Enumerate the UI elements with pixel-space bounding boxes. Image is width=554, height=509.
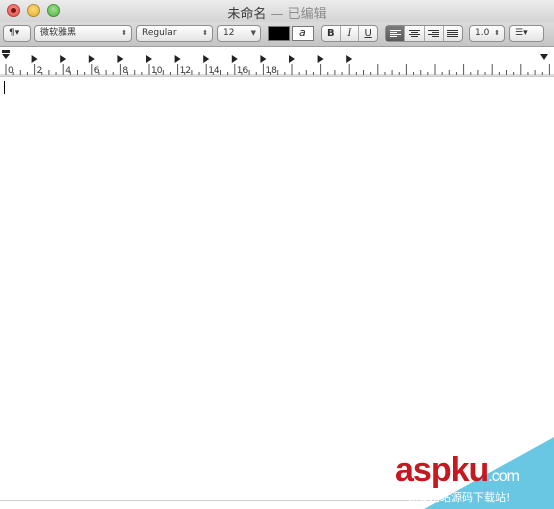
ruler-label: 4: [65, 66, 71, 76]
left-indent-icon: [2, 50, 10, 53]
ruler-label: 14: [208, 66, 220, 76]
document-name: 未命名: [227, 7, 267, 22]
align-left-button[interactable]: [386, 26, 406, 41]
text-cursor: [4, 81, 5, 94]
align-left-icon: [389, 29, 401, 38]
watermark-brand: aspku: [395, 451, 489, 489]
font-size-combo[interactable]: 12 ▼: [217, 25, 261, 42]
bold-button[interactable]: B: [322, 26, 341, 41]
ruler[interactable]: 0 2 4 6 8 10 12 14 16 18: [0, 47, 554, 77]
tab-stop-icon: [203, 55, 210, 63]
font-family-popup[interactable]: 微软雅黑 ⬍: [34, 25, 132, 42]
tab-stop-icon: [317, 55, 324, 63]
align-center-button[interactable]: [405, 26, 425, 41]
ruler-label: 2: [37, 66, 43, 76]
tab-stop-icon: [174, 55, 181, 63]
text-color-well[interactable]: [268, 26, 290, 41]
ruler-label: 16: [237, 66, 249, 76]
watermark-suffix: .com: [488, 468, 520, 485]
text-style-group: B I U: [321, 25, 378, 42]
chevron-down-icon: ▼: [250, 29, 256, 37]
ruler-label: 18: [265, 66, 277, 76]
format-toolbar: ¶▾ 微软雅黑 ⬍ Regular ⬍ 12 ▼ B I U 1.0 ⬍: [0, 22, 554, 47]
ruler-label: 10: [151, 66, 163, 76]
window-title: 未命名 — 已编辑: [0, 3, 554, 22]
highlight-color-well[interactable]: [292, 26, 314, 41]
paragraph-style-popup[interactable]: ¶▾: [3, 25, 31, 42]
first-line-indent-icon: [2, 54, 10, 59]
font-size-value: 12: [223, 28, 235, 38]
italic-button[interactable]: I: [341, 26, 360, 41]
list-style-label: ☰▾: [515, 28, 528, 38]
watermark-logo: aspku.com: [395, 451, 520, 490]
title-bar: 未命名 — 已编辑: [0, 0, 554, 22]
popup-arrows-icon: ⬍: [121, 29, 127, 37]
tab-stop-icon: [260, 55, 267, 63]
popup-arrows-icon: ⬍: [494, 29, 500, 37]
tab-stop-icon: [346, 55, 353, 63]
tab-stop-icon: [231, 55, 238, 63]
paragraph-style-label: ¶▾: [9, 28, 20, 38]
ruler-label: 8: [122, 66, 128, 76]
underline-button[interactable]: U: [359, 26, 377, 41]
font-family-value: 微软雅黑: [40, 28, 77, 38]
edited-status: 已编辑: [287, 7, 327, 22]
tab-stop-icon: [31, 55, 38, 63]
list-style-popup[interactable]: ☰▾: [509, 25, 544, 42]
font-typeface-value: Regular: [142, 28, 177, 38]
popup-arrows-icon: ⬍: [202, 29, 208, 37]
right-indent-icon: [540, 54, 548, 60]
line-spacing-value: 1.0: [475, 28, 490, 38]
ruler-scale: 0 2 4 6 8 10 12 14 16 18: [0, 50, 554, 76]
watermark: aspku.com 免费网站源码下载站!: [379, 437, 554, 509]
watermark-tagline: 免费网站源码下载站!: [407, 491, 511, 504]
align-right-button[interactable]: [425, 26, 444, 41]
tab-stop-icon: [88, 55, 95, 63]
ruler-label: 12: [180, 66, 191, 76]
justify-icon: [447, 29, 459, 38]
tab-stop-icon: [146, 55, 152, 63]
align-center-icon: [408, 29, 420, 38]
ruler-label: 0: [8, 66, 14, 76]
font-typeface-popup[interactable]: Regular ⬍: [136, 25, 213, 42]
line-spacing-popup[interactable]: 1.0 ⬍: [469, 25, 505, 42]
alignment-group: [385, 25, 463, 42]
tab-stop-icon: [289, 55, 295, 63]
justify-button[interactable]: [444, 26, 462, 41]
title-separator: —: [266, 7, 288, 22]
tab-stop-icon: [117, 55, 124, 63]
ruler-label: 6: [94, 66, 100, 76]
align-right-icon: [428, 29, 440, 38]
tab-stop-icon: [60, 55, 67, 63]
